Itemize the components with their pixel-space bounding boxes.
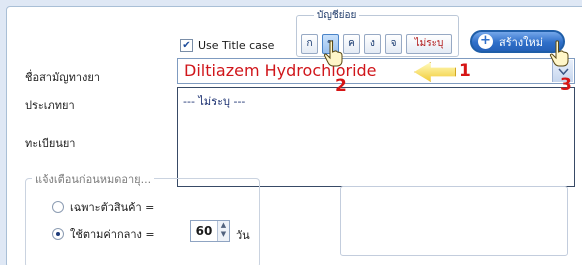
product-radio[interactable] <box>52 201 64 213</box>
step-3-marker: 3 <box>560 75 572 95</box>
sub-account-button-jor[interactable]: จ <box>385 34 402 54</box>
use-title-case-label: Use Title case <box>198 39 275 52</box>
sub-account-button-kor[interactable]: ก <box>301 34 318 54</box>
product-radio-label: เฉพาะตัวสินค้า = <box>70 201 155 214</box>
sub-account-title: บัญชีย่อย <box>314 8 360 23</box>
dropdown-option-unspecified[interactable]: --- ไม่ระบุ --- <box>183 92 245 110</box>
side-panel <box>340 186 568 256</box>
plus-icon: + <box>478 34 493 49</box>
generic-name-label: ชื่อสามัญทางยา <box>25 71 101 84</box>
pointer-hand-icon <box>323 40 343 67</box>
expiry-option-default[interactable]: ใช้ตามค่ากลาง = <box>52 225 155 243</box>
generic-name-input[interactable]: Diltiazem Hydrochloride <box>177 58 575 84</box>
days-spinner[interactable]: ▲ ▼ <box>217 221 229 241</box>
use-title-case-checkbox[interactable]: ✔ <box>180 39 193 52</box>
pointer-hand-icon-2 <box>549 40 569 67</box>
default-radio-label: ใช้ตามค่ากลาง = <box>70 228 155 241</box>
sub-account-button-unspecified[interactable]: ไม่ระบุ <box>406 34 452 54</box>
use-title-case-option[interactable]: ✔ Use Title case <box>180 39 274 52</box>
step-1-marker: 1 <box>459 61 471 81</box>
registration-label: ทะเบียนยา <box>25 137 76 150</box>
sub-account-button-ngor[interactable]: ง <box>364 34 381 54</box>
days-unit-label: วัน <box>236 229 250 242</box>
expiry-warning-title: แจ้งเตือนก่อนหมดอายุ... <box>32 170 155 188</box>
create-new-label: สร้างใหม่ <box>499 35 544 49</box>
default-radio[interactable] <box>52 228 64 240</box>
drug-type-label: ประเภทยา <box>25 99 75 112</box>
expiry-option-product[interactable]: เฉพาะตัวสินค้า = <box>52 198 154 216</box>
step-2-marker: 2 <box>335 76 347 96</box>
generic-name-dropdown-list: --- ไม่ระบุ --- <box>177 87 575 187</box>
